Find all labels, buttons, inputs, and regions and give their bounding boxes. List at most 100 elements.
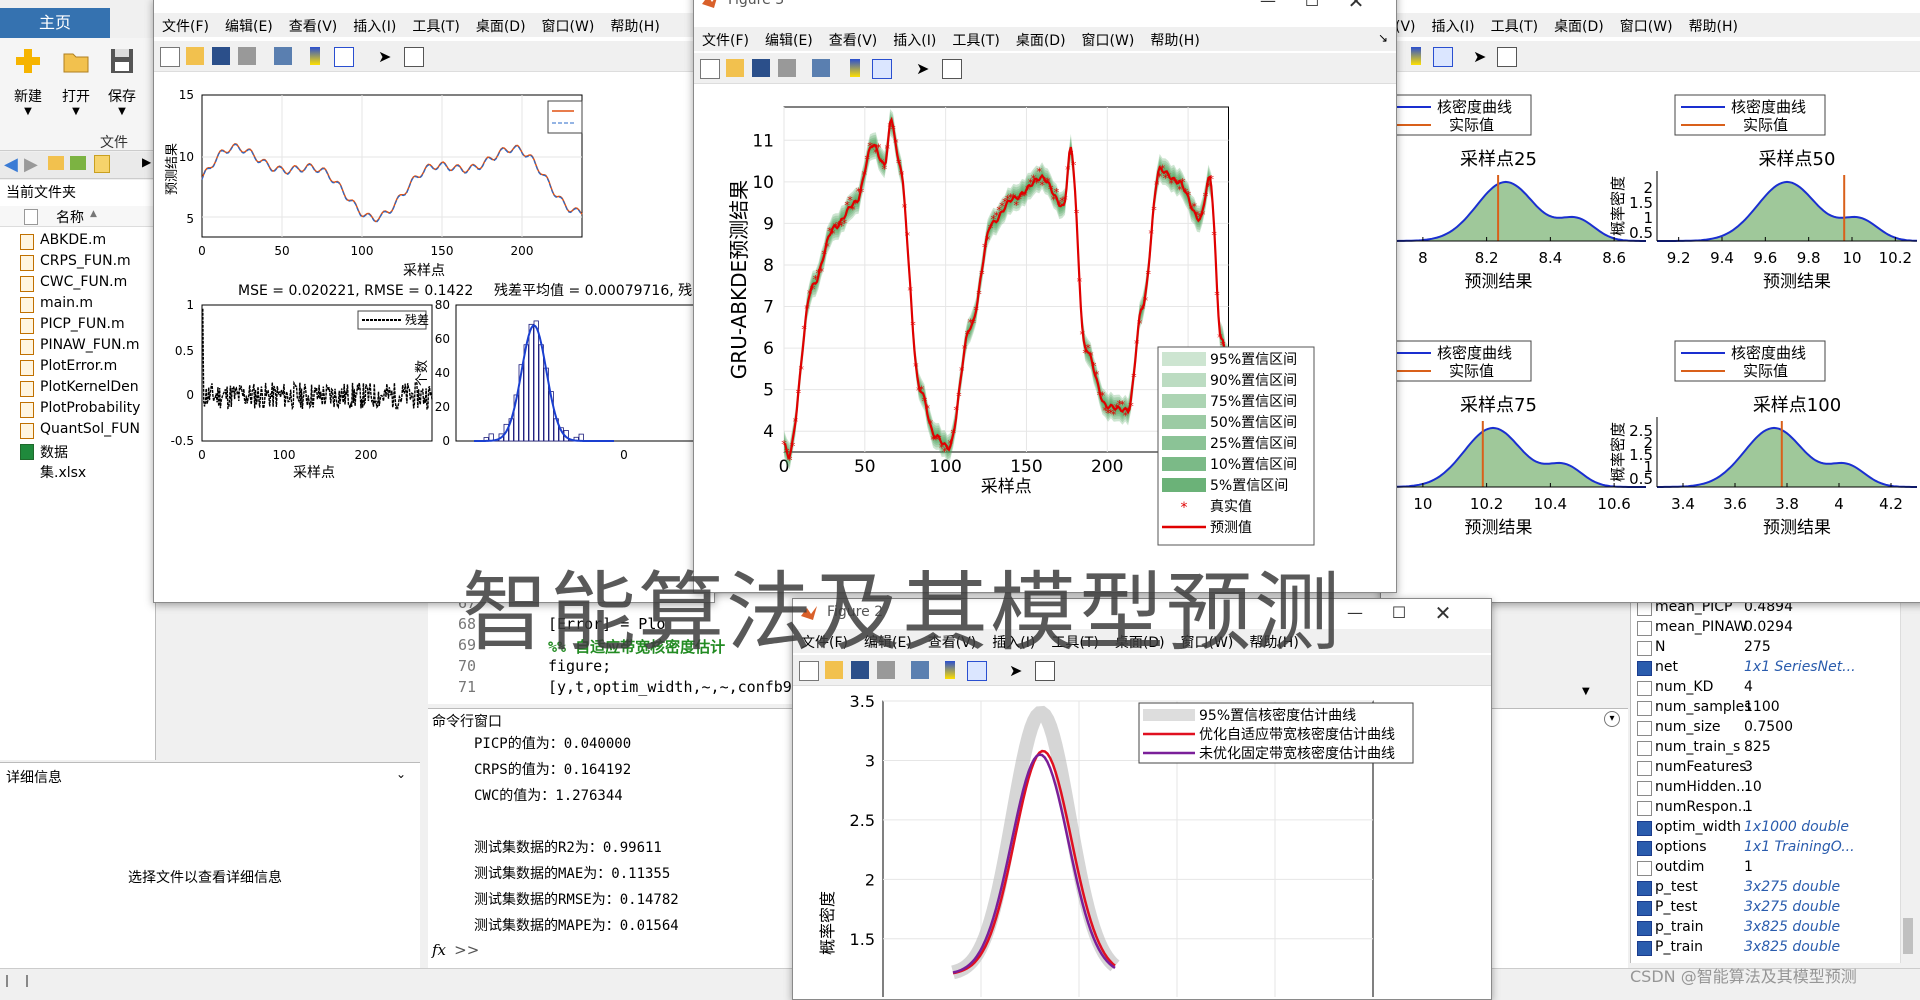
fig3-menu-view[interactable]: 查看(V) (821, 27, 886, 50)
fig3-print-icon[interactable] (778, 59, 796, 77)
pointer-icon[interactable]: ➤ (378, 47, 396, 65)
fig3-menu-file[interactable]: 文件(F) (694, 27, 757, 50)
fig3-legend-icon[interactable] (872, 59, 892, 79)
command-window-menu-icon[interactable]: ▾ (1604, 711, 1620, 727)
watermark-text: 智能算法及其模型预测 (462, 542, 1342, 667)
up-folder-icon[interactable] (48, 156, 64, 170)
forward-arrow-icon[interactable]: ▶ (24, 154, 38, 175)
fig3-legend-swatch (1162, 352, 1206, 366)
kde-pointer-icon[interactable]: ➤ (1473, 47, 1491, 65)
fig3-matlab-logo-icon (702, 0, 718, 8)
print-icon[interactable] (238, 47, 256, 65)
save-button[interactable]: 保存 ▼ (102, 46, 142, 126)
kde-menu-window[interactable]: 窗口(W) (1612, 13, 1681, 36)
workspace-variable[interactable]: options1x1 TrainingO... (1631, 838, 1891, 858)
kde-menu-desktop[interactable]: 桌面(D) (1546, 13, 1612, 36)
command-prompt[interactable]: fx >> (432, 941, 712, 963)
back-arrow-icon[interactable]: ◀ (4, 154, 18, 175)
current-folder-panel: 当前文件夹 名称 ▲ ABKDE.mCRPS_FUN.mCWC_FUN.mmai… (0, 180, 156, 760)
kde-menu-help[interactable]: 帮助(H) (1681, 13, 1746, 36)
menu-edit[interactable]: 编辑(E) (217, 13, 281, 36)
workspace-variable[interactable]: numRespon...1 (1631, 798, 1891, 818)
fig3-colorbar-icon[interactable] (850, 59, 860, 77)
details-collapse-icon[interactable]: ⌄ (396, 767, 406, 781)
kde-menu-insert[interactable]: 插入(I) (1424, 13, 1483, 36)
workspace-variable[interactable]: numFeatures3 (1631, 758, 1891, 778)
workspace-variable[interactable]: num_samples1100 (1631, 698, 1891, 718)
fig3-true-marker: * (956, 390, 962, 403)
fig3-link-icon[interactable] (812, 59, 830, 77)
fig3-dock-icon[interactable]: ↘ (1378, 31, 1388, 45)
menu-window[interactable]: 窗口(W) (534, 13, 603, 36)
workspace-variable[interactable]: P_train3x825 double (1631, 938, 1891, 958)
fig3-menu-edit[interactable]: 编辑(E) (757, 27, 821, 50)
fig3-new-icon[interactable] (700, 59, 720, 79)
figure-3-minimize-button[interactable]: — (1246, 0, 1290, 13)
kde-legend-icon[interactable] (1433, 47, 1453, 67)
kde-property-editor-icon[interactable] (1497, 47, 1517, 67)
workspace-scrollbar[interactable] (1900, 598, 1915, 963)
fig3-pointer-icon[interactable]: ➤ (916, 59, 934, 77)
save-figure-icon[interactable] (212, 47, 230, 65)
menu-view[interactable]: 查看(V) (281, 13, 346, 36)
menu-help[interactable]: 帮助(H) (602, 13, 667, 36)
fig3-menu-help[interactable]: 帮助(H) (1142, 27, 1207, 50)
path-chevron-icon[interactable]: ▶ (142, 155, 151, 169)
workspace-variable[interactable]: p_train3x825 double (1631, 918, 1891, 938)
workspace-variable[interactable]: net1x1 SeriesNet... (1631, 658, 1891, 678)
fig3-ytick: 10 (752, 173, 774, 193)
figure-3-titlebar: Figure 3 — ☐ ✕ (694, 0, 1396, 15)
fig3-property-icon[interactable] (942, 59, 962, 79)
workspace-variable[interactable]: numHidden...10 (1631, 778, 1891, 798)
legend-icon[interactable] (334, 47, 354, 67)
fig3-open-icon[interactable] (726, 59, 744, 77)
folder-column-header[interactable]: 名称 ▲ (0, 206, 155, 227)
workspace-variable[interactable]: N275 (1631, 638, 1891, 658)
new-button[interactable]: 新建 ▼ (8, 46, 48, 126)
workspace-variable[interactable]: mean_PINAW0.0294 (1631, 618, 1891, 638)
figure-2-maximize-button[interactable]: ☐ (1377, 601, 1421, 625)
workspace-variable[interactable]: P_test3x275 double (1631, 898, 1891, 918)
link-plot-icon[interactable] (274, 47, 292, 65)
kde-menu-tools[interactable]: 工具(T) (1483, 13, 1546, 36)
figure-2-close-button[interactable]: ✕ (1421, 601, 1465, 625)
tab-home[interactable]: 主页 (0, 8, 110, 38)
new-figure-icon[interactable] (160, 47, 180, 67)
open-file-icon[interactable] (186, 47, 204, 65)
figure-3-maximize-button[interactable]: ☐ (1290, 0, 1334, 13)
fig3-menu-window[interactable]: 窗口(W) (1074, 27, 1143, 50)
kde-colorbar-icon[interactable] (1411, 47, 1421, 65)
workspace-variable[interactable]: num_train_s825 (1631, 738, 1891, 758)
menu-file[interactable]: 文件(F) (154, 13, 217, 36)
menu-desktop[interactable]: 桌面(D) (468, 13, 534, 36)
colorbar-icon[interactable] (310, 47, 320, 65)
menu-tools[interactable]: 工具(T) (404, 13, 467, 36)
new-label: 新建 (8, 86, 48, 106)
fig3-menu-tools[interactable]: 工具(T) (944, 27, 1007, 50)
fig3-menu-insert[interactable]: 插入(I) (885, 27, 944, 50)
workspace-scroll-thumb[interactable] (1903, 918, 1913, 954)
fig3-true-marker: * (793, 415, 799, 428)
editor-scroll-down-icon[interactable]: ▼ (1582, 686, 1590, 697)
top-ytick-10: 10 (179, 150, 194, 164)
workspace-variable[interactable]: p_test3x275 double (1631, 878, 1891, 898)
kde-menu-bar: 看(V)插入(I)工具(T)桌面(D)窗口(W)帮助(H) (1381, 13, 1920, 37)
fig3-true-marker: * (953, 404, 959, 417)
open-button[interactable]: 打开 ▼ (56, 46, 96, 126)
workspace-variable[interactable]: num_KD4 (1631, 678, 1891, 698)
path-folder-icon[interactable] (94, 155, 110, 173)
fig3-legend-swatch (1162, 415, 1206, 429)
workspace-variable[interactable]: optim_width1x1000 double (1631, 818, 1891, 838)
workspace-variable[interactable]: num_size0.7500 (1631, 718, 1891, 738)
menu-insert[interactable]: 插入(I) (345, 13, 404, 36)
workspace-variable[interactable]: outdim1 (1631, 858, 1891, 878)
fig3-save-icon[interactable] (752, 59, 770, 77)
fig3-menu-desktop[interactable]: 桌面(D) (1008, 27, 1074, 50)
browse-icon[interactable] (70, 156, 86, 170)
property-editor-icon[interactable] (404, 47, 424, 67)
excel-file-icon (20, 444, 34, 460)
kde-legend-actual-label: 实际值 (1449, 362, 1494, 380)
figure-3-close-button[interactable]: ✕ (1334, 0, 1378, 13)
fig3-true-marker: * (979, 268, 985, 281)
variable-name: optim_width (1655, 819, 1741, 835)
